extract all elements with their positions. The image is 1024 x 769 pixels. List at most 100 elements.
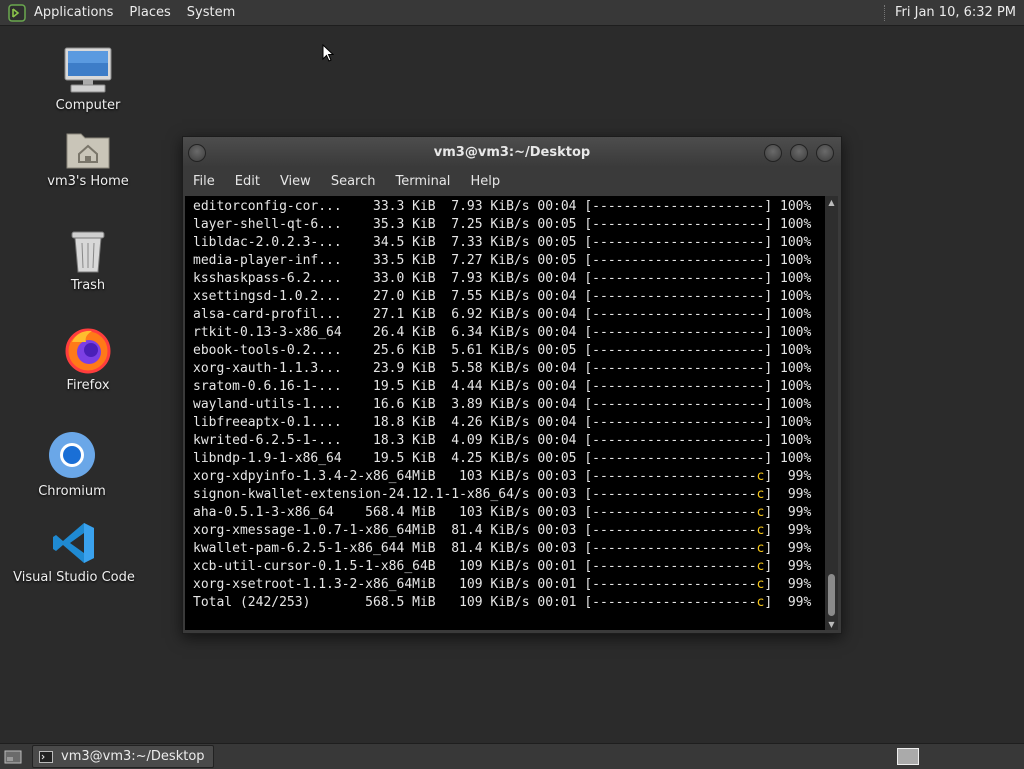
terminal-line: libndp-1.9-1-x86_64 19.5 KiB 4.25 KiB/s … xyxy=(193,450,811,468)
terminal-line-percent: ] 99% xyxy=(764,523,812,538)
bottom-panel: vm3@vm3:~/Desktop xyxy=(0,743,1024,769)
terminal-line: kwallet-pam-6.2.5-1-x86_644 MiB 81.4 KiB… xyxy=(193,540,811,558)
maximize-button[interactable] xyxy=(790,144,808,162)
terminal-line: xorg-xdpyinfo-1.3.4-2-x86_64MiB 103 KiB/… xyxy=(193,468,811,486)
task-label: vm3@vm3:~/Desktop xyxy=(61,749,205,764)
terminal-line-text: libfreeaptx-0.1.... 18.8 KiB 4.26 KiB/s … xyxy=(193,415,765,430)
terminal-line-text: Total (242/253) 568.5 MiB 109 KiB/s 00:0… xyxy=(193,595,757,610)
applications-menu[interactable]: Applications xyxy=(34,5,121,20)
top-panel: Applications Places System Fri Jan 10, 6… xyxy=(0,0,1024,26)
terminal-line-percent: ] 100% xyxy=(764,253,812,268)
terminal-line-percent: ] 100% xyxy=(764,235,812,250)
terminal-line-percent: ] 99% xyxy=(764,595,812,610)
terminal-line: xorg-xauth-1.1.3... 23.9 KiB 5.58 KiB/s … xyxy=(193,360,811,378)
minimize-button[interactable] xyxy=(764,144,782,162)
menu-view[interactable]: View xyxy=(270,174,321,189)
terminal-line-percent: ] 99% xyxy=(764,559,812,574)
terminal-line-text: xorg-xdpyinfo-1.3.4-2-x86_64MiB 103 KiB/… xyxy=(193,469,757,484)
vscode-icon xyxy=(53,523,94,563)
menu-terminal[interactable]: Terminal xyxy=(385,174,460,189)
terminal-line-text: xsettingsd-1.0.2... 27.0 KiB 7.55 KiB/s … xyxy=(193,289,765,304)
terminal-line-text: layer-shell-qt-6... 35.3 KiB 7.25 KiB/s … xyxy=(193,217,765,232)
workspace-switcher[interactable] xyxy=(897,748,919,765)
terminal-line: layer-shell-qt-6... 35.3 KiB 7.25 KiB/s … xyxy=(193,216,811,234)
terminal-line: xsettingsd-1.0.2... 27.0 KiB 7.55 KiB/s … xyxy=(193,288,811,306)
desktop-icon-computer[interactable]: Computer xyxy=(33,46,143,113)
system-menu[interactable]: System xyxy=(179,5,243,20)
terminal-output[interactable]: editorconfig-cor... 33.3 KiB 7.93 KiB/s … xyxy=(185,196,825,630)
window-menu-button[interactable] xyxy=(188,144,206,162)
terminal-line-text: signon-kwallet-extension-24.12.1-1-x86_6… xyxy=(193,487,757,502)
terminal-line-percent: ] 100% xyxy=(764,199,812,214)
terminal-line-percent: ] 99% xyxy=(764,541,812,556)
terminal-line: ebook-tools-0.2.... 25.6 KiB 5.61 KiB/s … xyxy=(193,342,811,360)
terminal-line-percent: ] 100% xyxy=(764,379,812,394)
desktop-icon-label: Firefox xyxy=(66,378,110,393)
window-title: vm3@vm3:~/Desktop xyxy=(433,144,591,160)
firefox-icon xyxy=(65,328,111,374)
terminal-lines: editorconfig-cor... 33.3 KiB 7.93 KiB/s … xyxy=(193,198,811,612)
clock[interactable]: Fri Jan 10, 6:32 PM xyxy=(895,5,1020,20)
terminal-line-text: xorg-xmessage-1.0.7-1-x86_64MiB 81.4 KiB… xyxy=(193,523,757,538)
mate-menu-icon[interactable] xyxy=(8,3,26,22)
terminal-line-text: kwallet-pam-6.2.5-1-x86_644 MiB 81.4 KiB… xyxy=(193,541,757,556)
desktop-icon-label: Visual Studio Code xyxy=(13,570,135,585)
terminal-line: signon-kwallet-extension-24.12.1-1-x86_6… xyxy=(193,486,811,504)
terminal-line: sratom-0.6.16-1-... 19.5 KiB 4.44 KiB/s … xyxy=(193,378,811,396)
terminal-line-text: xorg-xsetroot-1.1.3-2-x86_64MiB 109 KiB/… xyxy=(193,577,757,592)
terminal-line: alsa-card-profil... 27.1 KiB 6.92 KiB/s … xyxy=(193,306,811,324)
terminal-line-percent: ] 100% xyxy=(764,217,812,232)
terminal-line-percent: ] 100% xyxy=(764,415,812,430)
terminal-line-text: alsa-card-profil... 27.1 KiB 6.92 KiB/s … xyxy=(193,307,765,322)
terminal-line-text: wayland-utils-1.... 16.6 KiB 3.89 KiB/s … xyxy=(193,397,765,412)
menu-edit[interactable]: Edit xyxy=(225,174,270,189)
terminal-line-percent: ] 99% xyxy=(764,487,812,502)
terminal-line: wayland-utils-1.... 16.6 KiB 3.89 KiB/s … xyxy=(193,396,811,414)
terminal-scrollbar[interactable]: ▲ ▼ xyxy=(825,196,838,630)
desktop-icon-firefox[interactable]: Firefox xyxy=(33,326,143,393)
scroll-up-icon[interactable]: ▲ xyxy=(825,196,838,208)
terminal-window[interactable]: vm3@vm3:~/Desktop File Edit View Search … xyxy=(182,136,842,634)
terminal-menubar: File Edit View Search Terminal Help xyxy=(183,167,841,195)
terminal-line-percent: ] 99% xyxy=(764,577,812,592)
terminal-titlebar[interactable]: vm3@vm3:~/Desktop xyxy=(183,137,841,167)
terminal-line-percent: ] 100% xyxy=(764,397,812,412)
terminal-line: libldac-2.0.2.3-... 34.5 KiB 7.33 KiB/s … xyxy=(193,234,811,252)
chromium-icon xyxy=(49,432,95,478)
show-desktop-icon[interactable] xyxy=(4,749,22,765)
desktop-icon-label: Computer xyxy=(55,98,121,113)
terminal-line: xorg-xsetroot-1.1.3-2-x86_64MiB 109 KiB/… xyxy=(193,576,811,594)
mouse-cursor-icon xyxy=(322,44,334,62)
close-button[interactable] xyxy=(816,144,834,162)
terminal-line-text: kwrited-6.2.5-1-... 18.3 KiB 4.09 KiB/s … xyxy=(193,433,765,448)
desktop-icon-chromium[interactable]: Chromium xyxy=(17,430,127,499)
desktop-icon-label: Trash xyxy=(70,278,106,293)
menu-help[interactable]: Help xyxy=(460,174,510,189)
terminal-line-text: editorconfig-cor... 33.3 KiB 7.93 KiB/s … xyxy=(193,199,765,214)
desktop-icon-vscode[interactable]: Visual Studio Code xyxy=(13,520,135,585)
terminal-icon xyxy=(39,750,53,763)
scrollbar-thumb[interactable] xyxy=(828,574,835,616)
menu-file[interactable]: File xyxy=(183,174,225,189)
terminal-line-percent: ] 100% xyxy=(764,271,812,286)
taskbar-terminal-button[interactable]: vm3@vm3:~/Desktop xyxy=(32,745,214,768)
scroll-down-icon[interactable]: ▼ xyxy=(825,618,838,630)
terminal-line: xorg-xmessage-1.0.7-1-x86_64MiB 81.4 KiB… xyxy=(193,522,811,540)
terminal-line-percent: ] 99% xyxy=(764,469,812,484)
desktop-icon-home[interactable]: vm3's Home xyxy=(33,128,143,189)
terminal-line-text: media-player-inf... 33.5 KiB 7.27 KiB/s … xyxy=(193,253,765,268)
desktop-icon-label: Chromium xyxy=(38,484,106,499)
places-menu[interactable]: Places xyxy=(121,5,178,20)
menu-search[interactable]: Search xyxy=(321,174,386,189)
desktop-icon-trash[interactable]: Trash xyxy=(33,228,143,293)
terminal-line-text: ksshaskpass-6.2.... 33.0 KiB 7.93 KiB/s … xyxy=(193,271,765,286)
terminal-line-text: xcb-util-cursor-0.1.5-1-x86_64B 109 KiB/… xyxy=(193,559,757,574)
terminal-line-text: aha-0.5.1-3-x86_64 568.4 MiB 103 KiB/s 0… xyxy=(193,505,757,520)
terminal-line-text: ebook-tools-0.2.... 25.6 KiB 5.61 KiB/s … xyxy=(193,343,765,358)
desktop-icon-label: vm3's Home xyxy=(47,174,129,189)
terminal-line-percent: ] 100% xyxy=(764,325,812,340)
terminal-line-percent: ] 100% xyxy=(764,433,812,448)
terminal-line-percent: ] 100% xyxy=(764,451,812,466)
terminal-line-text: rtkit-0.13-3-x86_64 26.4 KiB 6.34 KiB/s … xyxy=(193,325,765,340)
terminal-line-text: libldac-2.0.2.3-... 34.5 KiB 7.33 KiB/s … xyxy=(193,235,765,250)
